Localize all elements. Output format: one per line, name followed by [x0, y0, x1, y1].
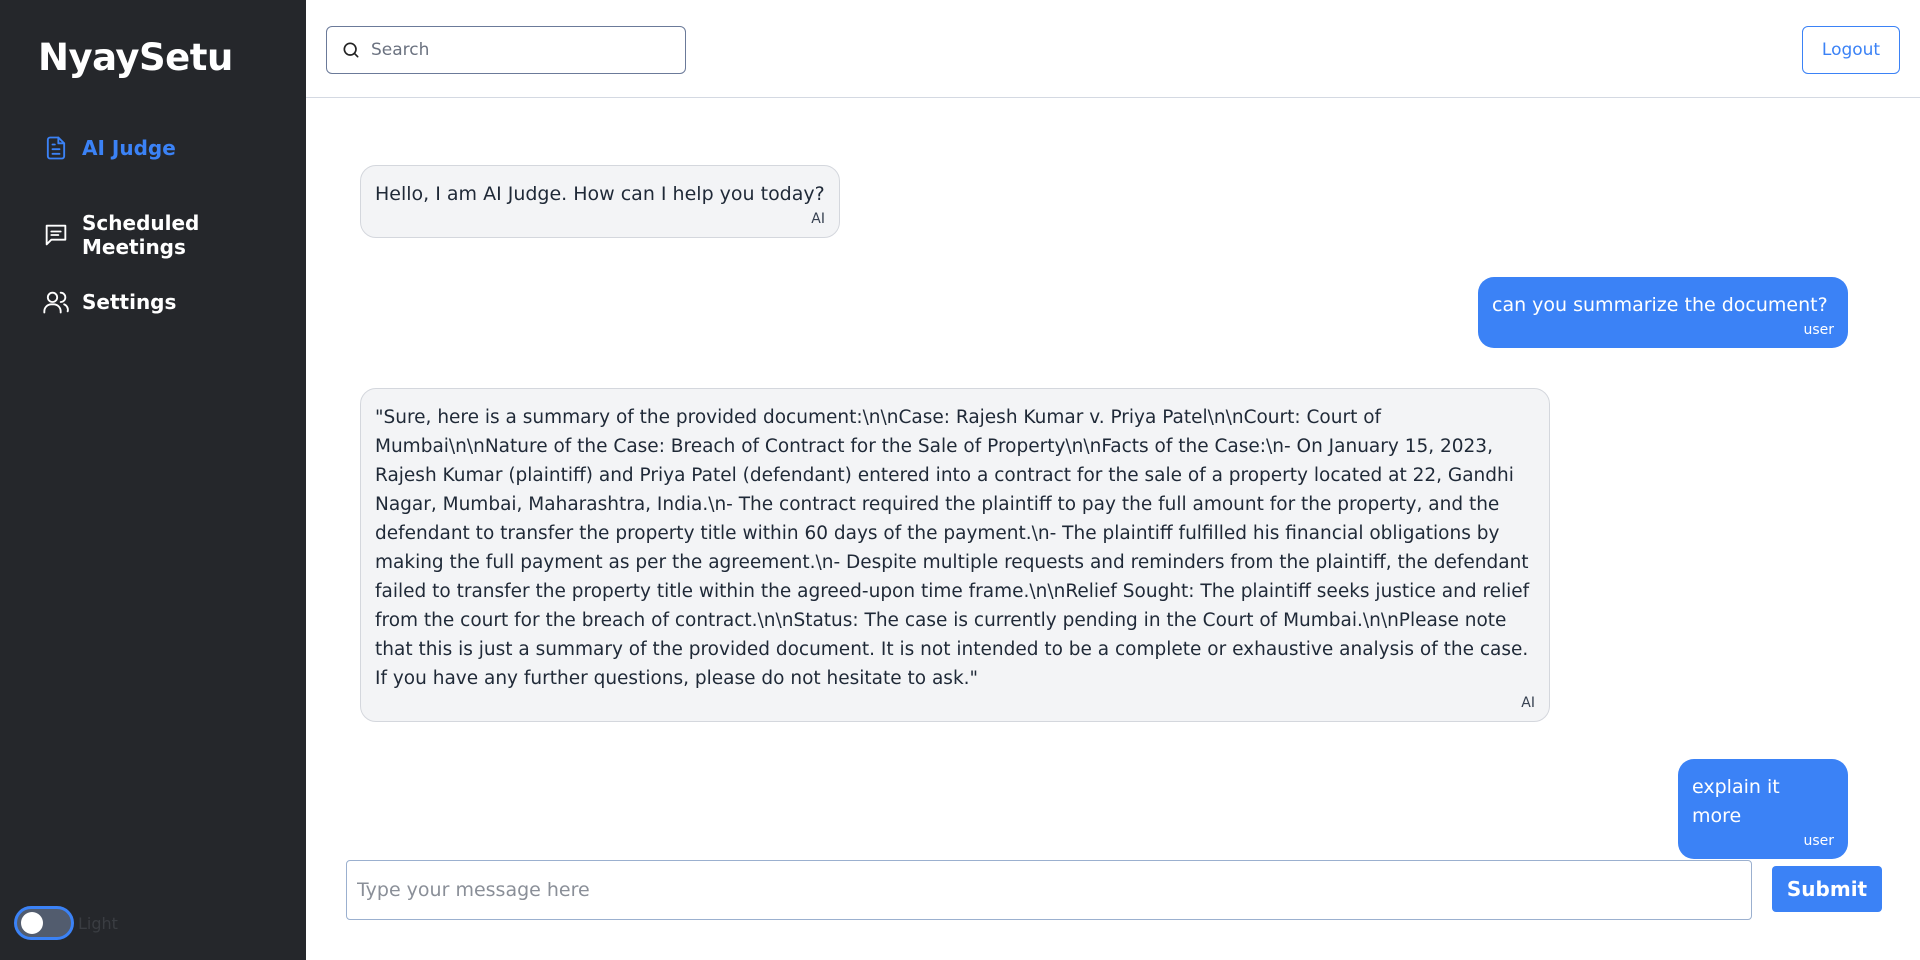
- message-text: can you summarize the document?: [1492, 294, 1828, 316]
- search-box[interactable]: [326, 26, 686, 74]
- message-ai: "Sure, here is a summary of the provided…: [360, 388, 1550, 722]
- message-role: AI: [1521, 695, 1535, 711]
- theme-toggle[interactable]: [14, 906, 74, 940]
- message-text: "Sure, here is a summary of the provided…: [375, 407, 1530, 689]
- submit-button[interactable]: Submit: [1772, 866, 1882, 912]
- document-icon: [46, 136, 66, 160]
- toggle-knob: [21, 912, 43, 934]
- brand-logo: NyaySetu: [38, 36, 233, 79]
- message-role: user: [1803, 833, 1834, 849]
- message-role: AI: [811, 211, 825, 227]
- logout-button[interactable]: Logout: [1802, 26, 1900, 74]
- message-ai: Hello, I am AI Judge. How can I help you…: [360, 165, 840, 238]
- search-icon: [343, 42, 359, 58]
- message-text: Hello, I am AI Judge. How can I help you…: [375, 183, 825, 205]
- sidebar-item-label: Settings: [82, 290, 177, 314]
- message-user: explain it more user: [1678, 759, 1848, 859]
- sidebar-item-scheduled-meetings[interactable]: Scheduled Meetings: [42, 211, 306, 259]
- theme-toggle-wrapper: Light: [14, 906, 118, 940]
- search-input[interactable]: [371, 40, 671, 60]
- chat-area: Hello, I am AI Judge. How can I help you…: [306, 99, 1920, 859]
- sidebar-item-label: AI Judge: [82, 136, 176, 160]
- theme-toggle-label: Light: [78, 913, 118, 933]
- message-role: user: [1803, 322, 1834, 338]
- top-bar: Logout: [306, 0, 1920, 98]
- message-input[interactable]: [346, 860, 1752, 920]
- message-text: explain it more: [1692, 776, 1780, 827]
- sidebar-item-ai-judge[interactable]: AI Judge: [42, 134, 176, 162]
- message-user: can you summarize the document? user: [1478, 277, 1848, 348]
- sidebar-item-settings[interactable]: Settings: [42, 288, 176, 316]
- sidebar: NyaySetu AI Judge Scheduled Meetings Set…: [0, 0, 306, 960]
- sidebar-item-label: Scheduled Meetings: [82, 211, 200, 259]
- users-icon: [43, 291, 69, 314]
- chat-icon: [45, 224, 67, 246]
